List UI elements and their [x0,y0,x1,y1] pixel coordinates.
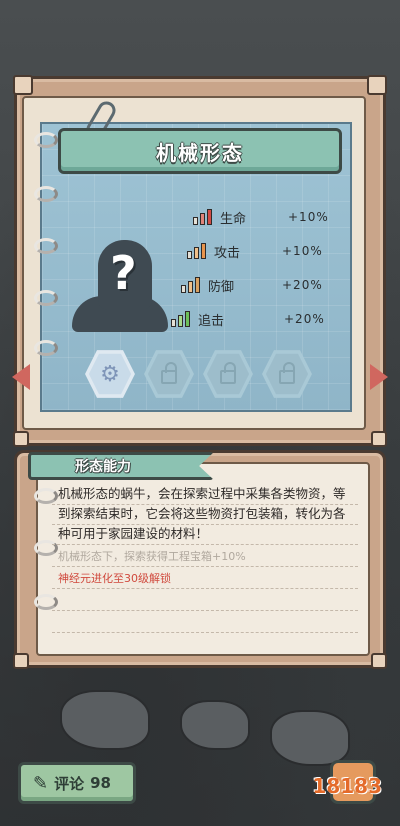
binder-ring [34,594,58,610]
frame-corner [13,431,29,447]
comment-button[interactable]: ✎ 评论 98 [18,762,136,804]
comment-count: 98 [90,774,111,792]
lock-icon [220,362,236,384]
form-slot-inner [265,353,309,395]
ruled-line [52,610,358,611]
stat-value: +20% [284,312,325,326]
defense-stat-icon [180,275,202,295]
lock-icon [161,362,177,384]
frame-corner [371,431,387,447]
stat-icon-bar [193,217,198,225]
form-slot-inner [147,353,191,395]
stat-name: 生命 [220,211,247,227]
lock-icon [279,362,295,384]
pursuit-stat-icon [170,309,192,329]
form-title: 机械形态 [156,140,244,165]
ability-description: 机械形态的蜗牛，会在探索过程中采集各类物资，等到探索结束时，它会将这些物资打包装… [58,486,346,541]
binder-ring [34,132,58,148]
stat-icon-bar [185,311,190,327]
stat-icon-bar [195,277,200,293]
binder-ring [34,186,58,202]
stat-icon-bar [188,281,193,293]
unlock-requirement: 神经元进化至30级解锁 [58,572,171,585]
quill-pen-icon: ✎ [33,772,49,794]
ability-tab-label: 形态能力 [75,459,131,475]
binder-ring [34,488,58,504]
stat-value: +20% [282,278,323,292]
form-title-banner: 机械形态 [58,128,342,174]
stat-icon-bar [178,315,183,327]
comment-label: 评论 [54,774,85,793]
attack-stat-icon [186,241,208,261]
stat-icon-bar [171,319,176,327]
stat-icon-bar [181,285,186,293]
background-rock [270,710,350,766]
stat-icon-bar [207,209,212,225]
binder-ring [34,238,58,254]
watermark-logo: 18183 [312,774,382,798]
form-slot-inner: ⚙ [88,353,132,395]
frame-corner [13,653,29,669]
binder-ring [34,340,58,356]
stat-name: 攻击 [214,245,241,261]
ability-bonus: 机械形态下，探索获得工程宝箱+10% [58,550,246,563]
question-mark-icon: ? [110,246,137,300]
stat-row-defense: 防御 +20% [180,274,323,296]
next-page-arrow-icon[interactable] [370,364,388,390]
background-rock [60,690,150,750]
stat-value: +10% [282,244,323,258]
mechanical-form-icon: ⚙ [100,361,120,387]
background-rock [180,700,250,750]
ruled-line [52,566,358,567]
ability-tab: 形态能力 [28,452,214,480]
previous-page-arrow-icon[interactable] [12,364,30,390]
stat-icon-bar [194,247,199,259]
stat-name: 防御 [208,279,235,295]
frame-corner [371,653,387,669]
ruled-line [52,632,358,633]
ruled-line [52,588,358,589]
stat-row-attack: 攻击 +10% [186,240,323,262]
binder-ring [34,290,58,306]
ruled-line [52,544,358,545]
locked-form-silhouette: ? [72,240,172,332]
watermark-text: 18183 [312,774,382,798]
hp-stat-icon [192,207,214,227]
binder-ring [34,540,58,556]
stat-row-hp: 生命 +10% [192,206,329,228]
stat-icon-bar [201,243,206,259]
stat-name: 追击 [198,313,225,329]
form-slot-inner [206,353,250,395]
stat-icon-bar [187,251,192,259]
stat-row-pursuit: 追击 +20% [170,308,325,330]
stat-value: +10% [288,210,329,224]
stat-icon-bar [200,213,205,225]
